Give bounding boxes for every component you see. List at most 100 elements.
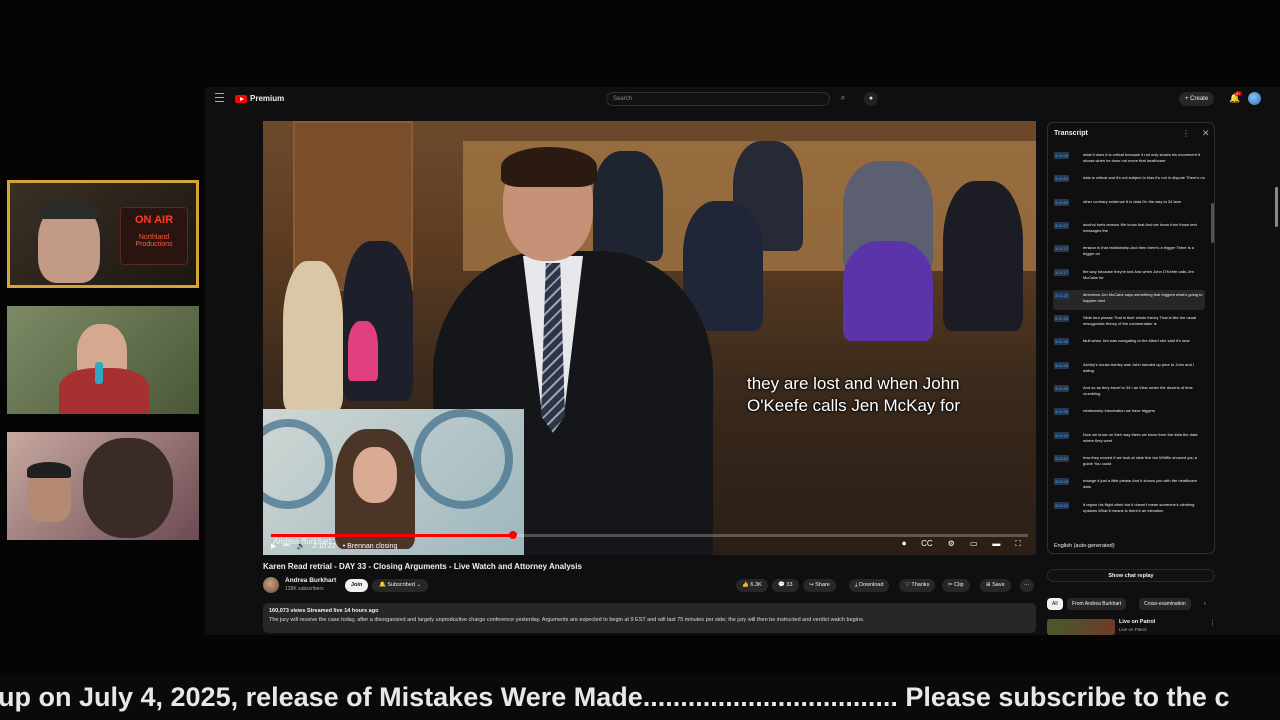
player-controls-right: ⏺ CC ⚙ ▭ ▬ ⛶ <box>902 539 1028 549</box>
transcript-line[interactable]: 3:11:12 tension in that relationship And … <box>1053 243 1205 263</box>
transcript-text: data is critical and it's not subject to… <box>1083 175 1205 181</box>
chip-cross-examination[interactable]: Cross-examination <box>1139 598 1191 610</box>
microphone-icon[interactable]: ● <box>864 92 878 106</box>
transcript-timestamp[interactable]: 3:12:02 <box>1054 431 1070 439</box>
transcript-text: directions Jen McCabe says something tha… <box>1083 291 1203 303</box>
transcript-line[interactable]: 3:11:36 fault when Jen was navigating to … <box>1053 336 1205 356</box>
transcript-timestamp[interactable]: 3:11:23 <box>1054 291 1070 299</box>
transcript-line[interactable]: 3:11:23 directions Jen McCabe says someth… <box>1053 289 1205 310</box>
transcript-line[interactable]: 3:11:29 Slide four please That is their w… <box>1053 313 1205 333</box>
play-icon[interactable]: ▶ <box>271 542 276 550</box>
transcript-timestamp[interactable]: 3:11:55 <box>1054 408 1070 416</box>
transcript-timestamp[interactable]: 3:10:45 <box>1054 152 1070 159</box>
stream-ticker: up on July 4, 2025, release of Mistakes … <box>0 675 1280 720</box>
transcript-timestamp[interactable]: 3:11:50 <box>1054 385 1070 392</box>
close-icon[interactable]: ✕ <box>1202 128 1210 139</box>
transcript-line[interactable]: 3:12:02 Now we know on their way there we… <box>1053 430 1205 450</box>
transcript-timestamp[interactable]: 3:11:29 <box>1054 315 1070 323</box>
fullscreen-icon[interactable]: ⛶ <box>1015 539 1021 549</box>
comments-button[interactable]: 💬 33 <box>772 579 799 592</box>
transcript-line[interactable]: 3:12:22 it region his flight climb but it… <box>1053 500 1205 520</box>
wall-art <box>413 409 513 509</box>
channel-avatar[interactable] <box>263 577 279 593</box>
share-button[interactable]: ↪ Share <box>803 579 836 592</box>
join-button[interactable]: Join <box>345 579 369 592</box>
settings-icon[interactable]: ⚙ <box>948 539 955 549</box>
search-input[interactable]: Search <box>606 92 830 106</box>
transcript-language-select[interactable]: English (auto-generated) <box>1054 543 1115 549</box>
transcript-scrollbar[interactable] <box>1211 203 1214 243</box>
video-player[interactable]: Andrea Burkhart they are lost and when J… <box>263 121 1036 555</box>
transcript-timestamp[interactable]: 3:10:53 <box>1054 175 1070 183</box>
chip-all[interactable]: All <box>1047 598 1063 610</box>
create-button[interactable]: + Create <box>1179 92 1215 106</box>
on-air-sign: ON AIR Northland Productions <box>120 207 188 265</box>
on-air-text: ON AIR <box>134 214 174 226</box>
transcript-line[interactable]: 3:11:55 relationship intoxication we have… <box>1053 406 1205 426</box>
transcript-timestamp[interactable]: 3:11:36 <box>1054 338 1070 346</box>
transcript-line[interactable]: 3:10:59 other contrary evidence It is dat… <box>1053 197 1205 217</box>
transcript-text: other contrary evidence It is data On th… <box>1083 198 1182 204</box>
view-count-and-date: 160,073 views Streamed live 14 hours ago <box>269 608 379 614</box>
transcript-text: how they moved If we look at slide five … <box>1083 454 1197 466</box>
channel-name[interactable]: Andrea Burkhart <box>285 577 336 584</box>
transcript-line[interactable]: 3:12:16 enlarge it just a little please A… <box>1053 476 1205 496</box>
download-button[interactable]: ⤓ Download <box>849 579 890 592</box>
transcript-line[interactable]: 3:10:53 data is critical and it's not sub… <box>1053 173 1205 193</box>
transcript-line[interactable]: 3:11:50 And so as they travel to 34 I as … <box>1053 383 1205 403</box>
description-box[interactable]: 160,073 views Streamed live 14 hours ago… <box>263 603 1036 633</box>
clip-button[interactable]: ✂ Clip <box>942 579 970 592</box>
chapter-label[interactable]: • Brennan closing <box>343 543 398 550</box>
volume-icon[interactable]: 🔊 <box>297 542 306 550</box>
recommended-video-title[interactable]: Live on Patrol <box>1119 619 1155 625</box>
transcript-timestamp[interactable]: 3:11:12 <box>1054 245 1070 253</box>
progress-bar[interactable] <box>271 531 1028 539</box>
youtube-window: Premium Search ⌕ ● + Create 🔔 9+ Andrea … <box>205 87 1280 635</box>
autoplay-toggle[interactable]: ⏺ <box>902 539 906 549</box>
player-controls: ▶ ⏭ 🔊 2:10:22 • Brennan closing ⏺ CC ⚙ ▭… <box>271 539 1028 553</box>
subscribed-button[interactable]: 🔔 Subscribed ⌄ <box>372 579 429 592</box>
transcript-timestamp[interactable]: 3:10:59 <box>1054 198 1070 206</box>
transcript-line[interactable]: 3:12:07 how they moved If we look at slid… <box>1053 453 1205 473</box>
miniplayer-icon[interactable]: ▭ <box>970 539 978 549</box>
transcript-text: And so as they travel to 34 I as View un… <box>1083 385 1193 396</box>
menu-icon[interactable] <box>215 93 224 102</box>
transcript-text: tension in that relationship And then th… <box>1083 245 1194 257</box>
youtube-logo[interactable]: Premium <box>235 94 284 103</box>
next-icon[interactable]: ⏭ <box>283 542 289 550</box>
more-actions-icon[interactable]: ⋯ <box>1020 579 1034 592</box>
transcript-timestamp[interactable]: 3:12:22 <box>1054 501 1070 509</box>
transcript-timestamp[interactable]: 3:11:07 <box>1054 221 1070 229</box>
theater-icon[interactable]: ▬ <box>992 539 1000 549</box>
transcript-text: the way because they're lost And when Jo… <box>1083 268 1194 280</box>
show-chat-replay-button[interactable]: Show chat replay <box>1047 569 1215 582</box>
transcript-line[interactable]: 3:11:43 Ashley's house Ashley was John ha… <box>1053 360 1205 380</box>
captions-icon[interactable]: CC <box>921 539 933 549</box>
brand-label: Premium <box>250 94 285 103</box>
transcript-timestamp[interactable]: 3:12:16 <box>1054 478 1070 486</box>
search-icon[interactable]: ⌕ <box>836 93 850 105</box>
more-icon[interactable]: ⋮ <box>1182 129 1190 138</box>
chip-from-channel[interactable]: From Andrea Burkhart <box>1067 598 1127 610</box>
transcript-timestamp[interactable]: 3:12:07 <box>1054 454 1070 462</box>
webcam-host-1: ON AIR Northland Productions <box>7 180 199 288</box>
webcam-host-2 <box>7 306 199 414</box>
clip-label: Clip <box>954 582 964 588</box>
transcript-text: Slide four please That is their whole th… <box>1083 315 1197 327</box>
transcript-timestamp[interactable]: 3:11:43 <box>1054 361 1070 369</box>
account-avatar[interactable] <box>1248 92 1261 105</box>
transcript-timestamp[interactable]: 3:11:17 <box>1054 268 1070 276</box>
transcript-text: fault when Jen was navigating to the Alb… <box>1083 338 1190 344</box>
like-button[interactable]: 👍 6.3K <box>736 579 768 592</box>
page-scrollbar[interactable] <box>1275 187 1278 227</box>
more-icon[interactable]: ⋮ <box>1209 619 1216 627</box>
recommended-video-thumbnail[interactable] <box>1047 619 1115 635</box>
transcript-line[interactable]: 3:11:07 alcohol fuels tension We know tha… <box>1053 220 1205 240</box>
transcript-line[interactable]: 3:11:17 the way because they're lost And … <box>1053 267 1205 287</box>
spectator <box>843 241 933 341</box>
video-caption: they are lost and when John O'Keefe call… <box>747 373 960 417</box>
transcript-line[interactable]: 3:10:45 what it does it is critical becau… <box>1053 150 1205 170</box>
chevron-right-icon[interactable]: › <box>1199 598 1211 610</box>
thanks-button[interactable]: ♡ Thanks <box>899 579 936 592</box>
save-button[interactable]: ⊞ Save <box>980 579 1011 592</box>
